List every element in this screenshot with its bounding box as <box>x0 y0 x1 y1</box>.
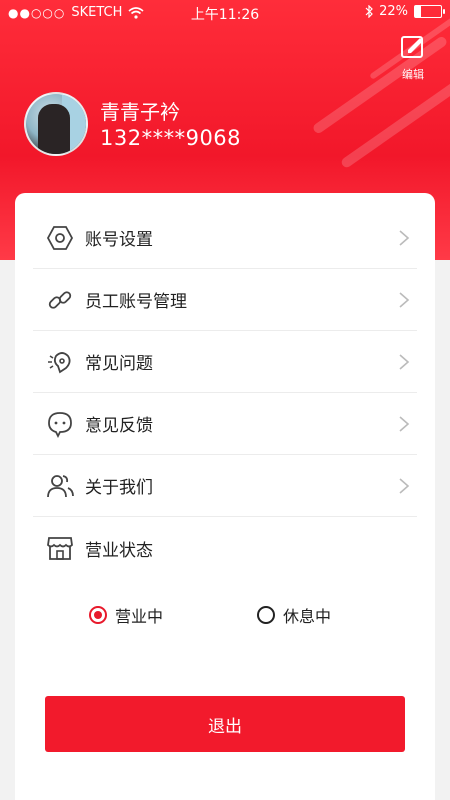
chevron-right-icon <box>399 354 410 370</box>
business-status-options: 营业中 休息中 <box>15 595 435 635</box>
question-bulb-icon <box>45 347 75 377</box>
link-icon <box>45 285 75 315</box>
store-icon <box>45 533 75 563</box>
menu-item-business-status: 营业状态 <box>33 517 417 579</box>
user-name: 青青子衿 <box>100 100 180 124</box>
menu-item-label: 意见反馈 <box>85 416 153 436</box>
chevron-right-icon <box>399 292 410 308</box>
menu-item-feedback[interactable]: 意见反馈 <box>33 393 417 455</box>
edit-label: 编辑 <box>402 68 424 81</box>
users-icon <box>45 471 75 501</box>
menu-item-about-us[interactable]: 关于我们 <box>33 455 417 517</box>
radio-label: 休息中 <box>283 607 332 626</box>
battery-icon <box>414 5 445 18</box>
logout-button[interactable]: 退出 <box>45 696 405 752</box>
menu-item-staff-accounts[interactable]: 员工账号管理 <box>33 269 417 331</box>
battery-fill <box>415 6 421 17</box>
radio-label: 营业中 <box>115 607 164 626</box>
menu-item-label: 账号设置 <box>85 230 153 250</box>
avatar-figure <box>38 104 70 154</box>
radio-open[interactable]: 营业中 <box>89 603 163 627</box>
radio-resting[interactable]: 休息中 <box>257 603 331 627</box>
battery-percent: 22% <box>379 4 408 19</box>
radio-unselected-icon <box>257 606 275 624</box>
avatar[interactable] <box>24 92 88 156</box>
edit-icon <box>401 36 423 58</box>
menu-item-label: 营业状态 <box>85 540 153 561</box>
menu-item-label: 常见问题 <box>85 354 153 374</box>
radio-selected-icon <box>89 606 107 624</box>
chevron-right-icon <box>399 416 410 432</box>
user-phone: 132****9068 <box>100 126 242 150</box>
bluetooth-icon <box>365 5 373 18</box>
menu-item-label: 关于我们 <box>85 478 153 498</box>
menu-item-faq[interactable]: 常见问题 <box>33 331 417 393</box>
edit-button[interactable]: 编辑 <box>390 34 436 82</box>
chevron-right-icon <box>399 230 410 246</box>
chat-bubble-icon <box>45 409 75 439</box>
settings-card: 账号设置 员工账号管理 常见问题 意见反馈 关于我们 营业状态 营业中 休息中 … <box>15 193 435 800</box>
chevron-right-icon <box>399 478 410 494</box>
hexagon-settings-icon <box>45 223 75 253</box>
menu-item-account-settings[interactable]: 账号设置 <box>33 207 417 269</box>
menu-item-label: 员工账号管理 <box>85 292 187 312</box>
status-bar: ●●○○○ SKETCH 上午11:26 22% <box>0 0 450 26</box>
